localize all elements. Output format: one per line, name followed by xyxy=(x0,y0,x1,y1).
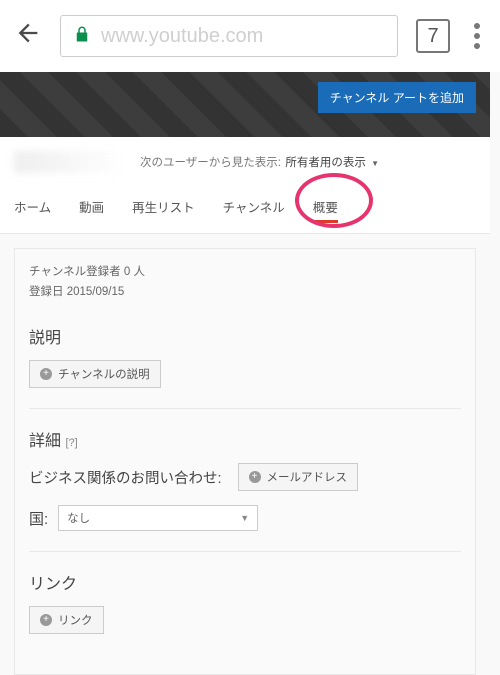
channel-tabs: ホーム 動画 再生リスト チャンネル 概要 xyxy=(0,183,490,234)
business-inquiry-label: ビジネス関係のお問い合わせ: xyxy=(29,467,222,488)
country-value: なし xyxy=(67,510,90,526)
plus-icon: + xyxy=(40,614,52,626)
tab-videos[interactable]: 動画 xyxy=(79,197,104,223)
tab-playlists[interactable]: 再生リスト xyxy=(132,197,195,223)
divider xyxy=(29,408,461,409)
browser-toolbar: www.youtube.com 7 xyxy=(0,0,500,72)
description-title: 説明 xyxy=(29,324,461,348)
add-email-button[interactable]: + メールアドレス xyxy=(238,463,359,491)
browser-menu-button[interactable] xyxy=(468,17,486,55)
view-as-label: 次のユーザーから見た表示: xyxy=(140,157,281,169)
plus-icon: + xyxy=(40,368,52,380)
add-description-label: チャンネルの説明 xyxy=(58,366,150,382)
country-select[interactable]: なし ▼ xyxy=(58,505,258,531)
join-date: 登録日 2015/09/15 xyxy=(29,283,461,303)
add-link-button[interactable]: + リンク xyxy=(29,606,104,634)
add-channel-art-button[interactable]: チャンネル アートを追加 xyxy=(318,82,476,113)
divider xyxy=(29,551,461,552)
add-email-label: メールアドレス xyxy=(267,469,348,485)
channel-banner: チャンネル アートを追加 xyxy=(0,72,490,137)
channel-stats: チャンネル登録者 0 人 登録日 2015/09/15 xyxy=(29,263,461,302)
lock-icon xyxy=(73,23,91,50)
channel-name-blurred xyxy=(14,151,124,173)
add-description-button[interactable]: + チャンネルの説明 xyxy=(29,360,161,388)
url-text: www.youtube.com xyxy=(101,25,263,48)
details-title: 詳細 [?] xyxy=(29,427,461,451)
tab-count-value: 7 xyxy=(427,25,438,48)
tab-about[interactable]: 概要 xyxy=(313,197,338,223)
tab-count-button[interactable]: 7 xyxy=(416,19,450,53)
chevron-down-icon: ▼ xyxy=(240,513,249,523)
chevron-down-icon: ▼ xyxy=(371,159,379,168)
back-button[interactable] xyxy=(14,18,42,55)
about-content: チャンネル登録者 0 人 登録日 2015/09/15 説明 + チャンネルの説… xyxy=(0,234,490,675)
subscriber-count: チャンネル登録者 0 人 xyxy=(29,263,461,283)
channel-header: 次のユーザーから見た表示: 所有者用の表示 ▼ xyxy=(0,137,490,183)
tab-channels[interactable]: チャンネル xyxy=(223,197,285,223)
help-icon[interactable]: [?] xyxy=(65,437,77,449)
tab-home[interactable]: ホーム xyxy=(14,197,51,223)
plus-icon: + xyxy=(249,471,261,483)
view-as-dropdown[interactable]: 所有者用の表示 ▼ xyxy=(285,157,379,169)
add-link-label: リンク xyxy=(58,612,93,628)
url-bar[interactable]: www.youtube.com xyxy=(60,15,398,57)
country-label: 国: xyxy=(29,508,48,529)
links-title: リンク xyxy=(29,570,461,594)
